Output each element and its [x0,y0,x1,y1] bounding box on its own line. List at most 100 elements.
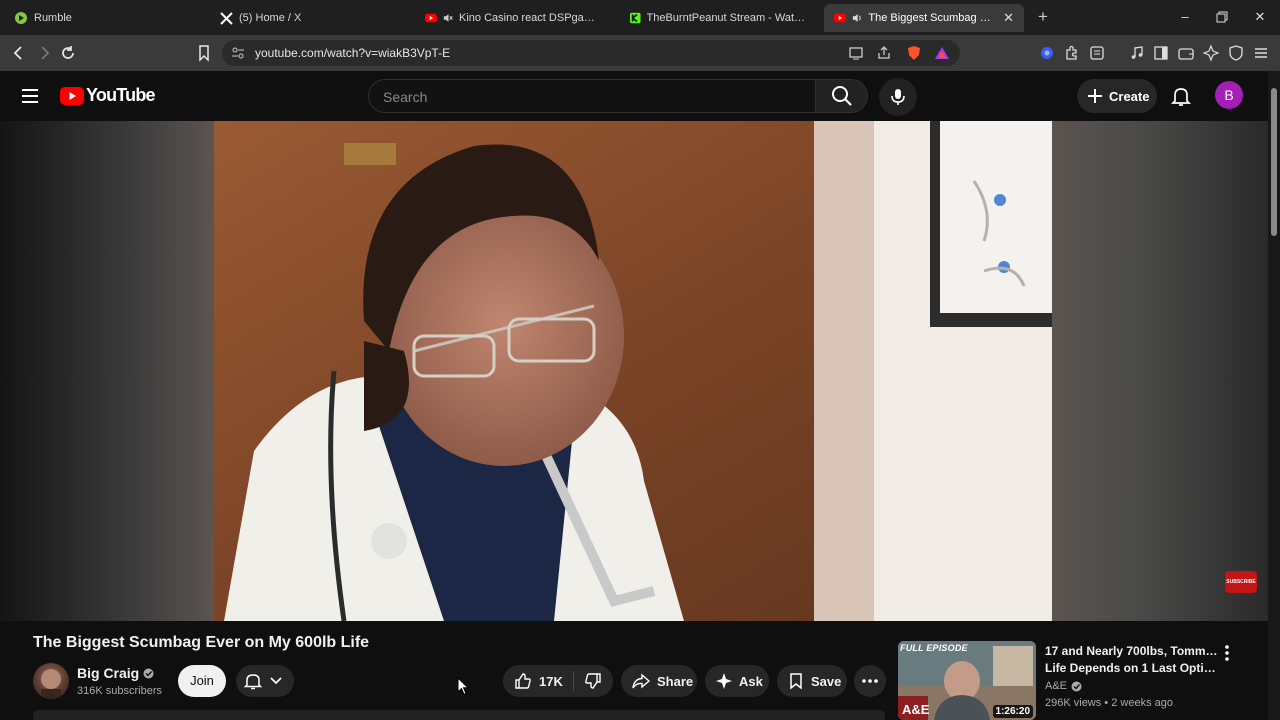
youtube-play-icon [60,86,84,105]
channel-name[interactable]: Big Craig [77,665,139,681]
browser-tab-strip: Rumble (5) Home / X Kino Casino react DS… [0,0,1280,35]
tab-title: TheBurntPeanut Stream - Watch Live [646,12,807,24]
mouse-cursor-icon [457,677,469,696]
voice-search-button[interactable] [879,78,917,116]
channel-name-row[interactable]: Big Craig [77,665,154,681]
scrollbar-thumb[interactable] [1271,88,1277,236]
reader-mode-icon[interactable] [1088,44,1106,62]
microphone-icon [891,89,905,105]
bell-icon [243,674,263,690]
dislike-button[interactable] [573,665,613,697]
extensions-icon[interactable] [1063,44,1081,62]
brave-rewards-icon[interactable] [934,45,950,61]
below-fold-panel [33,710,885,720]
video-player[interactable]: SUBSCRIBE [0,121,1268,621]
network-logo: A&E [902,702,930,717]
search-button[interactable] [816,79,868,113]
minimize-icon[interactable]: – [1177,8,1193,26]
reload-button[interactable] [58,43,78,63]
more-horizontal-icon [862,679,878,683]
save-bookmark-icon [790,673,802,690]
join-button[interactable]: Join [178,665,226,697]
bookmark-button[interactable] [194,43,214,63]
rec-title-line-2: Life Depends on 1 Last Option ... [1045,661,1221,675]
bookmark-icon [199,45,209,62]
close-window-icon[interactable]: ✕ [1252,8,1268,26]
like-button[interactable]: 17K [503,665,573,697]
recommended-video-title[interactable]: 17 and Nearly 700lbs, Tommy's Life Depen… [1045,643,1221,677]
browser-toolbar: youtube.com/watch?v=wiakB3VpT-E [0,35,1280,71]
tab-title: Kino Casino react DSPgamings W [459,12,601,24]
video-duration: 1:26:20 [992,705,1033,718]
leo-ai-icon[interactable] [1202,44,1220,62]
thumbs-up-icon [515,673,531,689]
tab-title: Rumble [34,12,72,24]
notifications-bell-icon[interactable] [1170,85,1192,107]
ask-button[interactable]: Ask [705,665,769,697]
tab-rumble[interactable]: Rumble [4,4,200,32]
vpn-icon[interactable] [1038,44,1056,62]
cast-icon[interactable] [848,45,864,61]
subscriber-count: 316K subscribers [77,685,162,697]
search-input[interactable]: Search [368,79,816,113]
sidebar-icon[interactable] [1152,44,1170,62]
vpn-shield-icon[interactable] [1227,44,1245,62]
tab-biggest-scumbag[interactable]: The Biggest Scumbag Ever on ✕ [824,4,1024,32]
youtube-wordmark: YouTube [86,85,156,105]
back-arrow-icon [13,46,22,60]
video-frame[interactable] [214,121,1052,621]
restore-icon[interactable] [1214,8,1230,26]
kick-icon [630,12,641,24]
share-page-icon[interactable] [876,45,892,61]
back-button[interactable] [9,43,29,63]
youtube-icon [834,13,847,23]
save-label: Save [811,673,842,689]
wallet-icon[interactable] [1177,44,1195,62]
recommended-video-meta: 296K views • 2 weeks ago [1045,697,1173,709]
account-avatar[interactable]: B [1215,81,1243,109]
create-button[interactable]: Create [1077,79,1157,113]
forward-arrow-icon [41,46,50,60]
site-settings-icon[interactable] [231,46,245,60]
like-dislike-group: 17K [503,665,613,697]
verified-check-icon [1071,681,1082,691]
forward-button[interactable] [34,43,54,63]
muted-speaker-icon[interactable] [443,12,453,24]
channel-avatar[interactable] [33,663,69,699]
media-controls-icon[interactable] [1128,44,1146,62]
tab-kino-casino[interactable]: Kino Casino react DSPgamings W [415,4,611,32]
address-bar[interactable]: youtube.com/watch?v=wiakB3VpT-E [222,40,960,66]
subscribe-watermark[interactable]: SUBSCRIBE [1225,571,1257,593]
sparkle-icon [716,673,732,689]
menu-icon[interactable] [1252,44,1270,62]
share-button[interactable]: Share [621,665,697,697]
recommended-video-thumbnail[interactable]: FULL EPISODE A&E 1:26:20 [898,641,1036,720]
chevron-down-icon [270,677,282,685]
guide-menu-icon[interactable] [20,87,40,105]
more-vertical-icon[interactable] [1220,644,1234,662]
ask-label: Ask [739,673,763,689]
save-button[interactable]: Save [777,665,847,697]
youtube-logo[interactable]: YouTube [60,85,156,106]
tab-title: (5) Home / X [239,12,302,24]
like-count: 17K [539,673,563,689]
speaker-icon[interactable] [852,12,862,24]
create-label: Create [1109,88,1150,104]
brave-shield-icon[interactable] [906,45,922,61]
video-still-image [214,121,1052,621]
share-arrow-icon [632,673,651,689]
subscription-notifications-button[interactable] [236,665,294,697]
recommended-channel[interactable]: A&E [1045,680,1082,692]
search-icon [831,86,852,106]
url-text: youtube.com/watch?v=wiakB3VpT-E [255,46,451,60]
tab-title: The Biggest Scumbag Ever on [868,12,997,24]
search-placeholder: Search [383,89,428,105]
x-icon [220,11,233,25]
reload-icon [62,46,74,59]
tab-x-home[interactable]: (5) Home / X [210,4,406,32]
thumbs-down-icon [585,673,601,689]
tab-burntpeanut[interactable]: TheBurntPeanut Stream - Watch Live [620,4,816,32]
new-tab-button[interactable]: + [1034,7,1052,27]
close-tab-icon[interactable]: ✕ [1003,10,1014,26]
more-actions-button[interactable] [854,665,886,697]
